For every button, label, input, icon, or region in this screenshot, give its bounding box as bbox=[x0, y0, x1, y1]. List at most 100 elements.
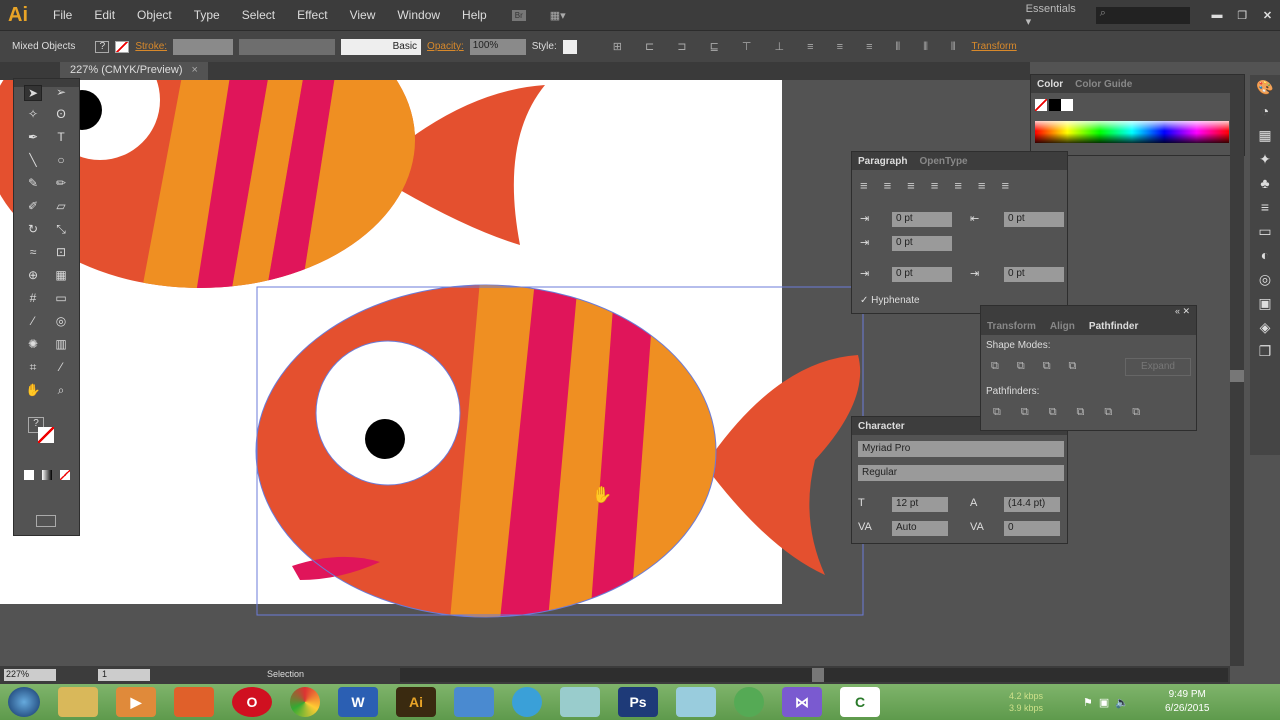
gradient-panel-icon[interactable]: ▭ bbox=[1250, 219, 1280, 243]
brushes-icon[interactable]: ✦ bbox=[1250, 147, 1280, 171]
right-indent-input[interactable]: 0 pt bbox=[1004, 212, 1064, 227]
style-swatch[interactable] bbox=[562, 39, 577, 54]
alignment-buttons[interactable]: ≡≡≡≡≡≡≡ bbox=[860, 178, 1025, 193]
kerning-input[interactable]: Auto bbox=[892, 521, 948, 536]
taskbar-illustrator[interactable]: Ai bbox=[396, 687, 436, 717]
swatches-icon[interactable]: ▦ bbox=[1250, 123, 1280, 147]
layers-icon[interactable]: ◈ bbox=[1250, 315, 1280, 339]
shape-mode-buttons[interactable]: ⧉⧉⧉⧉ bbox=[991, 360, 1094, 373]
taskbar-chrome[interactable] bbox=[290, 687, 320, 717]
lasso-icon[interactable]: ʘ bbox=[52, 107, 70, 123]
taskbar-visual-studio[interactable]: ⋈ bbox=[782, 687, 822, 717]
start-button[interactable] bbox=[8, 687, 40, 717]
menu-view[interactable]: View bbox=[339, 8, 387, 22]
black-swatch[interactable] bbox=[1049, 99, 1061, 111]
taskbar-globe[interactable] bbox=[734, 687, 764, 717]
graph-icon[interactable]: ▥ bbox=[52, 337, 70, 353]
font-size-input[interactable]: 12 pt bbox=[892, 497, 948, 512]
taskbar-explorer[interactable] bbox=[58, 687, 98, 717]
artboard-select[interactable]: 1 bbox=[98, 669, 150, 681]
space-after-input[interactable]: 0 pt bbox=[1004, 267, 1064, 282]
tab-opentype[interactable]: OpenType bbox=[919, 156, 967, 167]
eyedropper-icon[interactable]: ⁄ bbox=[24, 314, 42, 330]
top-fish[interactable] bbox=[0, 80, 545, 300]
symbol-sprayer-icon[interactable]: ✺ bbox=[24, 337, 42, 353]
taskbar-firefox[interactable] bbox=[174, 687, 214, 717]
left-indent-input[interactable]: 0 pt bbox=[892, 212, 952, 227]
tab-transform[interactable]: Transform bbox=[987, 321, 1036, 332]
menu-type[interactable]: Type bbox=[183, 8, 231, 22]
none-mode-icon[interactable] bbox=[60, 470, 70, 480]
arrange-documents-icon[interactable]: ▦▾ bbox=[550, 9, 566, 22]
blend-icon[interactable]: ◎ bbox=[52, 314, 70, 330]
current-tool-status[interactable]: Selection bbox=[267, 669, 304, 679]
tracking-input[interactable]: 0 bbox=[1004, 521, 1060, 536]
taskbar-word[interactable]: W bbox=[338, 687, 378, 717]
taskbar-photoshop[interactable]: Ps bbox=[618, 687, 658, 717]
menu-select[interactable]: Select bbox=[231, 8, 286, 22]
workspace-switcher[interactable]: Essentials ▾ bbox=[1026, 3, 1076, 28]
artboard-tool-icon[interactable]: ⌗ bbox=[24, 360, 42, 376]
slice-icon[interactable]: ⁄ bbox=[52, 360, 70, 376]
transparency-icon[interactable]: ◐ bbox=[1250, 243, 1280, 267]
direct-selection-tool-icon[interactable]: ➢ bbox=[52, 85, 70, 101]
artboards-icon[interactable]: ❐ bbox=[1250, 339, 1280, 363]
taskbar-clock[interactable] bbox=[512, 687, 542, 717]
eraser-icon[interactable]: ▱ bbox=[52, 199, 70, 215]
gradient-icon[interactable]: ▭ bbox=[52, 291, 70, 307]
free-transform-icon[interactable]: ⊡ bbox=[52, 245, 70, 261]
space-before-input[interactable]: 0 pt bbox=[892, 267, 952, 282]
close-tab-icon[interactable]: × bbox=[192, 64, 198, 76]
expand-button[interactable]: Expand bbox=[1125, 358, 1191, 376]
warp-icon[interactable]: ≈ bbox=[24, 245, 42, 261]
close-button[interactable]: ✕ bbox=[1255, 9, 1280, 22]
taskbar-camtasia[interactable]: C bbox=[840, 687, 880, 717]
selected-fish[interactable] bbox=[250, 280, 864, 620]
stroke-label[interactable]: Stroke: bbox=[135, 41, 167, 52]
stroke-indicator[interactable] bbox=[38, 427, 54, 443]
font-style-select[interactable]: Regular bbox=[858, 465, 1064, 481]
variable-width-select[interactable] bbox=[239, 38, 336, 55]
brush-select[interactable]: Basic bbox=[341, 38, 422, 55]
character-title[interactable]: Character bbox=[858, 421, 905, 432]
vertical-scrollbar[interactable] bbox=[1230, 80, 1244, 666]
color-mode-icon[interactable] bbox=[24, 470, 34, 480]
pathfinder-buttons[interactable]: ⧉⧉⧉⧉⧉⧉ bbox=[993, 406, 1160, 419]
color-panel-icon[interactable]: 🎨 bbox=[1250, 75, 1280, 99]
stroke-icon[interactable]: ≡ bbox=[1250, 195, 1280, 219]
search-input[interactable]: ⌕ bbox=[1095, 6, 1191, 24]
taskbar-opera[interactable]: O bbox=[232, 687, 272, 717]
graphic-styles-icon[interactable]: ▣ bbox=[1250, 291, 1280, 315]
tab-color[interactable]: Color bbox=[1037, 79, 1063, 90]
tab-paragraph[interactable]: Paragraph bbox=[858, 156, 907, 167]
menu-edit[interactable]: Edit bbox=[83, 8, 126, 22]
none-swatch[interactable] bbox=[1035, 99, 1047, 111]
align-buttons[interactable]: ⊞ ⊏ ⊐ ⊑ ⊤ ⊥ ≡ ≡ ≡ ⫴ ⫴ ⫴ bbox=[613, 40, 966, 54]
line-tool-icon[interactable]: ╲ bbox=[24, 153, 42, 169]
first-line-indent-input[interactable]: 0 pt bbox=[892, 236, 952, 251]
taskbar-notepad[interactable] bbox=[676, 687, 716, 717]
document-tab[interactable]: 227% (CMYK/Preview) × bbox=[60, 62, 208, 80]
leading-input[interactable]: (14.4 pt) bbox=[1004, 497, 1060, 512]
menu-effect[interactable]: Effect bbox=[286, 8, 338, 22]
magic-wand-icon[interactable]: ✧ bbox=[24, 107, 42, 123]
white-swatch[interactable] bbox=[1061, 99, 1073, 111]
zoom-tool-icon[interactable]: ⌕ bbox=[52, 383, 70, 399]
mesh-icon[interactable]: # bbox=[24, 291, 42, 307]
taskbar-calculator[interactable] bbox=[560, 687, 600, 717]
bridge-button[interactable]: Br bbox=[511, 9, 526, 21]
perspective-grid-icon[interactable]: ▦ bbox=[52, 268, 70, 284]
color-spectrum[interactable] bbox=[1035, 121, 1229, 143]
clock[interactable]: 9:49 PM 6/26/2015 bbox=[1165, 688, 1210, 716]
stroke-swatch[interactable] bbox=[115, 40, 130, 53]
minimize-button[interactable]: ▬ bbox=[1204, 9, 1229, 21]
type-tool-icon[interactable]: T bbox=[52, 130, 70, 146]
symbols-icon[interactable]: ♣ bbox=[1250, 171, 1280, 195]
appearance-icon[interactable]: ◎ bbox=[1250, 267, 1280, 291]
tab-color-guide[interactable]: Color Guide bbox=[1075, 79, 1132, 90]
rotate-icon[interactable]: ↻ bbox=[24, 222, 42, 238]
taskbar-media-player[interactable]: ▶ bbox=[116, 687, 156, 717]
ellipse-tool-icon[interactable]: ○ bbox=[52, 153, 70, 169]
selection-tool-icon[interactable]: ➤ bbox=[24, 85, 42, 101]
pencil-icon[interactable]: ✏ bbox=[52, 176, 70, 192]
